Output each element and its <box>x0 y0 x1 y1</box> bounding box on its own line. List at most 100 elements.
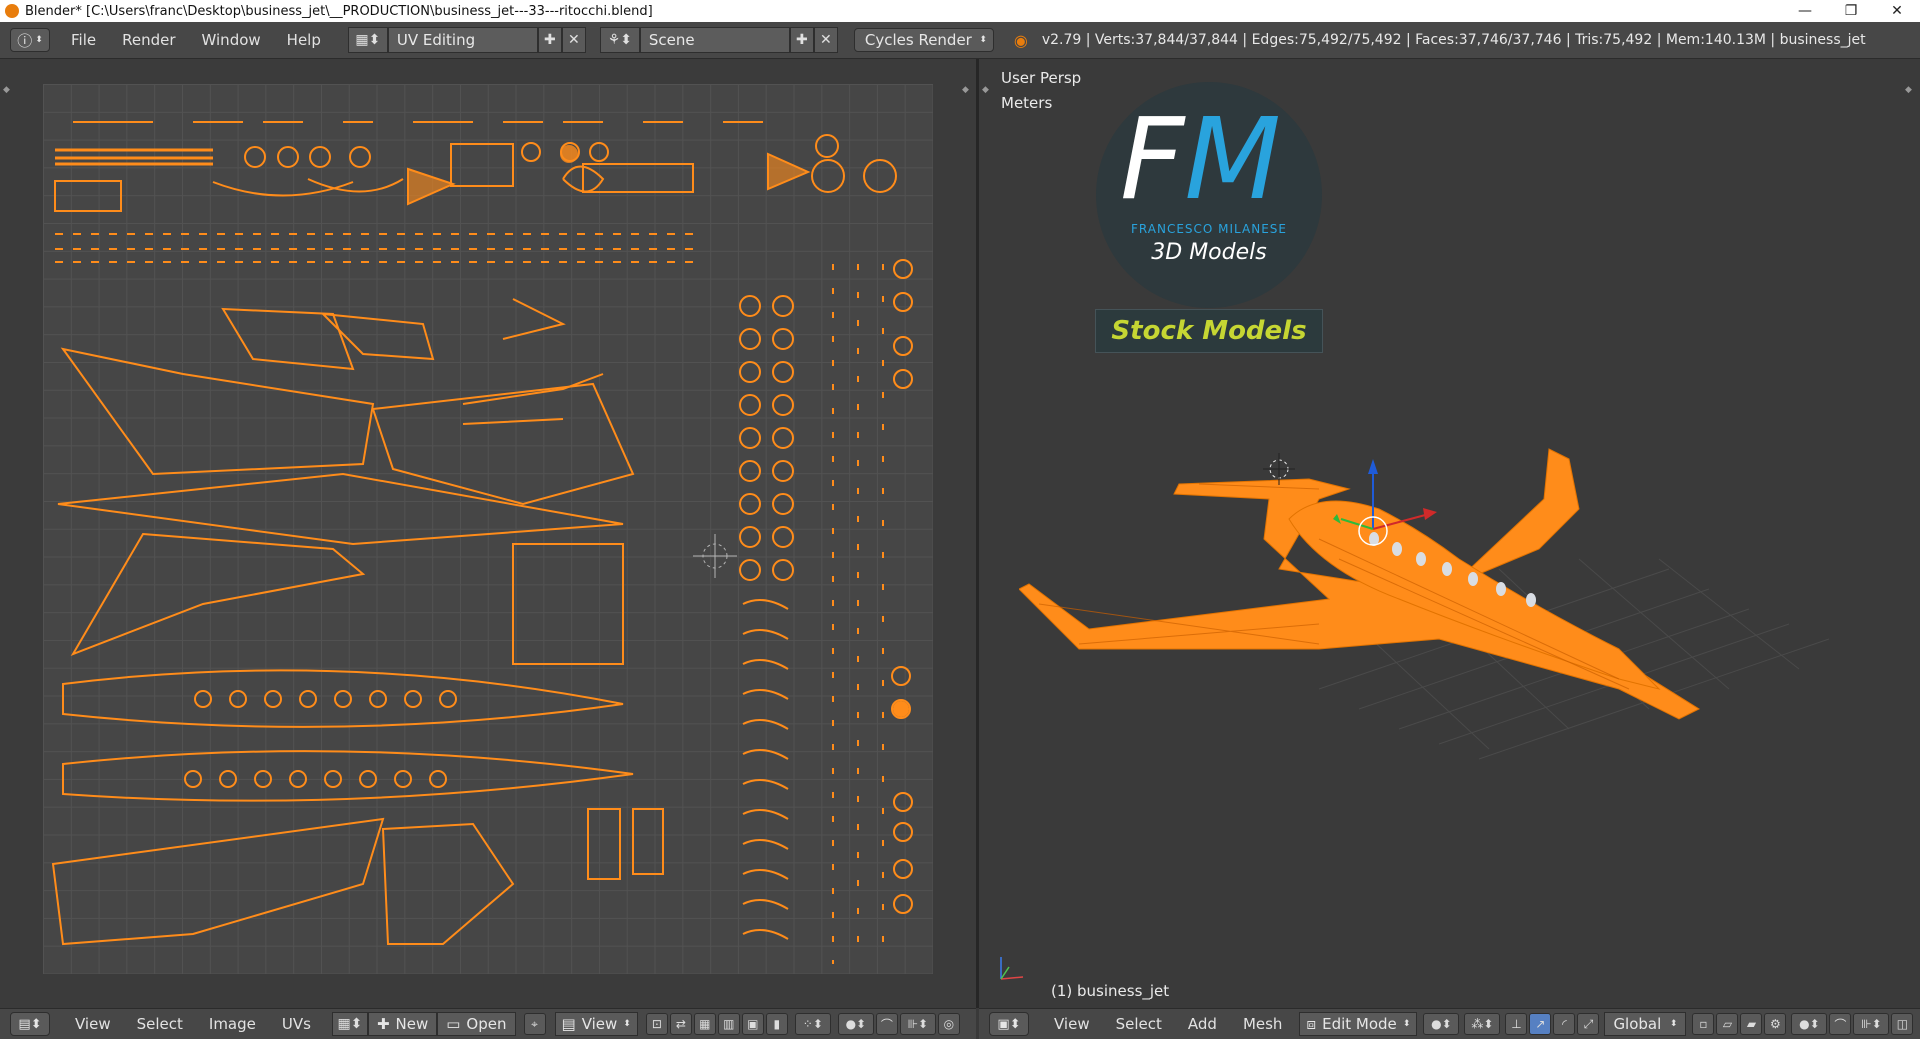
snap-icon[interactable]: ⌒ <box>875 1013 898 1035</box>
delete-scene-icon[interactable]: ✕ <box>813 27 838 53</box>
viewport-menu-view[interactable]: View <box>1041 1015 1103 1033</box>
render-engine-label: Cycles Render <box>864 31 972 49</box>
scene-selector: ⚘⬍ Scene ✚ ✕ <box>599 27 838 53</box>
rotate-icon[interactable]: ◜ <box>1553 1013 1576 1035</box>
render-slot-icon[interactable]: ◎ <box>937 1013 960 1035</box>
view-mode-label: View <box>581 1015 618 1033</box>
viewport-header: ▣⬍ View Select Add Mesh ⧈ Edit Mode ⬍ ●⬍ ⁂… <box>979 1008 1920 1039</box>
translate-icon[interactable]: ↗ <box>1529 1013 1552 1035</box>
select-face-icon[interactable]: ▣ <box>741 1013 764 1035</box>
properties-toggle-icon[interactable]: ◆ <box>1905 85 1912 95</box>
editor-type-info-button[interactable]: ⓘ ⬍ <box>10 28 50 52</box>
snap-element-icon[interactable]: ⊪⬍ <box>899 1013 936 1035</box>
proportional-editing-icon[interactable]: ●⬍ <box>1791 1013 1828 1035</box>
add-screen-icon[interactable]: ✚ <box>537 27 562 53</box>
uv-grid[interactable] <box>43 84 933 974</box>
snap-target-icon[interactable]: ⊪⬍ <box>1853 1013 1890 1035</box>
uv-image-editor[interactable]: ◆ ◆ <box>0 59 976 1008</box>
logo-tagline: 3D Models <box>1151 240 1267 265</box>
right-region-toggle-icon[interactable]: ◆ <box>962 85 969 95</box>
menu-window[interactable]: Window <box>189 31 274 49</box>
view-mode-dropdown[interactable]: ▤ View ⬍ <box>554 1012 638 1036</box>
select-vertex-icon[interactable]: ▦ <box>693 1013 716 1035</box>
uv-editor-header: ▤⬍ View Select Image UVs ▦⬍ ✚ New ▭ Open ⌖… <box>0 1008 976 1039</box>
open-image-button[interactable]: ▭ Open <box>437 1012 516 1036</box>
menu-file[interactable]: File <box>58 31 109 49</box>
scene-field[interactable]: Scene <box>639 27 790 53</box>
minimize-button[interactable]: — <box>1782 0 1828 22</box>
edit-mode-icon: ⧈ <box>1306 1015 1316 1033</box>
stock-models-banner: Stock Models <box>1095 309 1323 353</box>
scene-icon[interactable]: ⚘⬍ <box>599 27 640 53</box>
window-title: Blender* [C:\Users\franc\Desktop\busines… <box>25 3 653 19</box>
mode-label: Edit Mode <box>1322 1015 1397 1033</box>
pivot-point-icon[interactable]: ⁂⬍ <box>1464 1013 1501 1035</box>
axes-widget <box>1000 957 1024 980</box>
plus-icon: ✚ <box>376 1015 390 1033</box>
folder-icon: ▭ <box>446 1015 461 1033</box>
manipulator-icon[interactable]: ⊥ <box>1505 1013 1528 1035</box>
viewport-menu-select[interactable]: Select <box>1103 1015 1175 1033</box>
open-image-label: Open <box>466 1015 507 1033</box>
select-island-icon[interactable]: ▮ <box>765 1013 788 1035</box>
mode-dropdown[interactable]: ⧈ Edit Mode ⬍ <box>1299 1012 1418 1036</box>
tool-shelf-toggle-icon[interactable]: ◆ <box>982 85 989 95</box>
uv-menu-select[interactable]: Select <box>124 1015 196 1033</box>
menu-render[interactable]: Render <box>109 31 188 49</box>
left-region-toggle-icon[interactable]: ◆ <box>3 85 10 95</box>
screen-layout-icon[interactable]: ▦⬍ <box>347 27 388 53</box>
pin-icon[interactable]: ⌖ <box>523 1013 546 1035</box>
proportional-edit-icon[interactable]: ●⬍ <box>837 1013 874 1035</box>
info-header: ⓘ ⬍ File Render Window Help ▦⬍ UV Editing… <box>0 22 1920 59</box>
jet-model[interactable] <box>1019 389 1899 769</box>
pivot-icon[interactable]: ⊡ <box>645 1013 668 1035</box>
banner-text: Stock Models <box>1111 316 1307 346</box>
scale-icon[interactable]: ⤢ <box>1577 1013 1600 1035</box>
fm-logo: FM FRANCESCO MILANESE 3D Models <box>1096 82 1322 308</box>
viewport-shading-icon[interactable]: ●⬍ <box>1423 1013 1460 1035</box>
uv-editor-type-button[interactable]: ▤⬍ <box>10 1012 50 1036</box>
window-titlebar: Blender* [C:\Users\franc\Desktop\busines… <box>0 0 1920 22</box>
main-menu: File Render Window Help <box>58 31 334 49</box>
info-icon: ⓘ <box>17 31 33 50</box>
snap-toggle-icon[interactable]: ⌒ <box>1829 1013 1852 1035</box>
image-browse-icon[interactable]: ▦⬍ <box>331 1012 368 1036</box>
orientation-dropdown[interactable]: Global ⬍ <box>1604 1012 1687 1036</box>
fm-letters: FM <box>1120 104 1281 216</box>
blender-app-icon <box>5 4 19 18</box>
uv-menu-view[interactable]: View <box>62 1015 124 1033</box>
viewport-menu-mesh[interactable]: Mesh <box>1230 1015 1296 1033</box>
select-face-mode-icon[interactable]: ▰ <box>1740 1013 1763 1035</box>
render-engine-dropdown[interactable]: Cycles Render ⬍ <box>853 28 994 52</box>
menu-help[interactable]: Help <box>274 31 334 49</box>
add-scene-icon[interactable]: ✚ <box>789 27 814 53</box>
orientation-label: Global <box>1613 1015 1662 1033</box>
3d-viewport[interactable]: ◆ ◆ User Persp Meters FM FRANCESCO MILAN… <box>979 59 1920 1008</box>
uv-sync-icon[interactable]: ⇄ <box>669 1013 692 1035</box>
fm-letter-f: F <box>1120 95 1185 225</box>
restore-button[interactable]: ❐ <box>1828 0 1874 22</box>
render-preview-icon[interactable]: ◫ <box>1891 1013 1914 1035</box>
units-label: Meters <box>1001 94 1053 112</box>
uv-islands[interactable] <box>43 84 933 974</box>
sticky-mode-icon[interactable]: ⁘⬍ <box>794 1013 831 1035</box>
uv-menu-uvs[interactable]: UVs <box>269 1015 324 1033</box>
limit-selection-icon[interactable]: ⚙ <box>1764 1013 1787 1035</box>
active-object-label: (1) business_jet <box>1051 982 1170 1000</box>
new-image-button[interactable]: ✚ New <box>367 1012 438 1036</box>
select-edge-mode-icon[interactable]: ▱ <box>1716 1013 1739 1035</box>
close-button[interactable]: ✕ <box>1874 0 1920 22</box>
select-edge-icon[interactable]: ▥ <box>717 1013 740 1035</box>
select-vertex-mode-icon[interactable]: ▫ <box>1692 1013 1715 1035</box>
new-image-label: New <box>395 1015 429 1033</box>
screen-layout-field[interactable]: UV Editing <box>387 27 538 53</box>
viewport-menu-add[interactable]: Add <box>1175 1015 1230 1033</box>
fm-letter-m: M <box>1184 95 1282 225</box>
blender-logo-icon: ◉ <box>1013 30 1028 50</box>
view-mode-icon: ▤ <box>561 1015 576 1033</box>
delete-screen-icon[interactable]: ✕ <box>561 27 586 53</box>
screen-layout-selector: ▦⬍ UV Editing ✚ ✕ <box>347 27 586 53</box>
uv-menu-image[interactable]: Image <box>196 1015 269 1033</box>
view-name-label: User Persp <box>1001 69 1082 87</box>
viewport-editor-type-button[interactable]: ▣⬍ <box>989 1012 1029 1036</box>
